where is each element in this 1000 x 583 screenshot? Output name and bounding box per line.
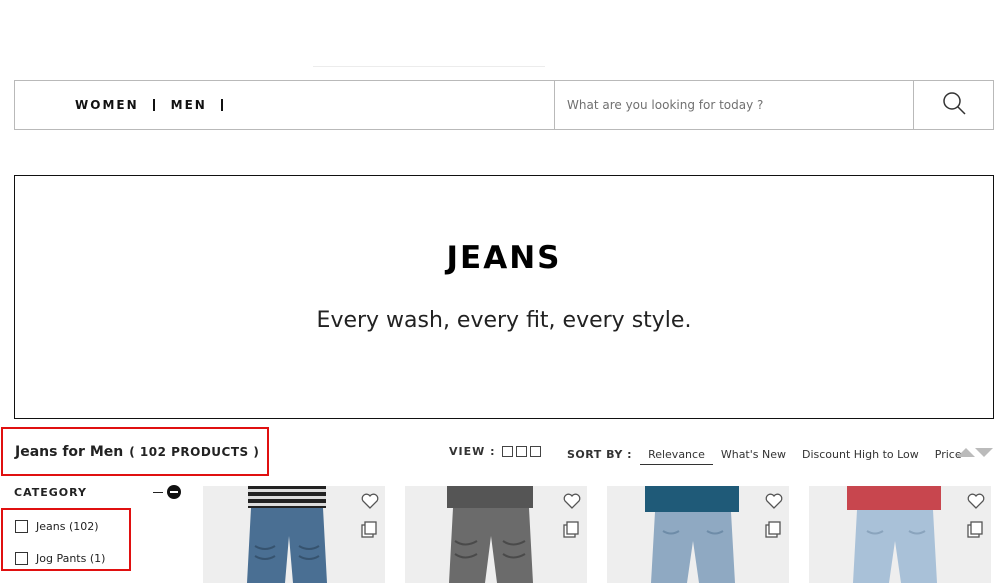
product-image <box>405 486 587 583</box>
heart-icon[interactable] <box>361 493 379 513</box>
nav-separator <box>152 99 155 111</box>
checkbox[interactable] <box>15 552 28 565</box>
product-card[interactable] <box>607 486 789 583</box>
price-sort-arrows <box>957 448 993 457</box>
search-input[interactable] <box>555 81 914 129</box>
product-image <box>607 486 789 583</box>
dash-icon <box>153 491 163 493</box>
bag-icon[interactable] <box>360 520 378 542</box>
nav-links: WOMEN MEN <box>75 81 239 129</box>
sort-bar: SORT BY : Relevance What's New Discount … <box>567 444 978 465</box>
hero-title: JEANS <box>446 240 562 276</box>
sort-option-relevance[interactable]: Relevance <box>640 448 713 465</box>
bag-icon[interactable] <box>764 520 782 542</box>
search-button[interactable] <box>913 81 993 129</box>
sort-label: SORT BY : <box>567 448 633 461</box>
hero-subtitle: Every wash, every fit, every style. <box>316 308 692 333</box>
sort-ascending-icon[interactable] <box>957 448 975 457</box>
search-icon <box>942 91 966 119</box>
product-card[interactable] <box>809 486 991 583</box>
category-title: CATEGORY <box>14 486 87 499</box>
checkbox[interactable] <box>15 520 28 533</box>
view-grid-option[interactable] <box>502 446 514 457</box>
category-filter-list: Jeans (102) Jog Pants (1) <box>1 508 131 571</box>
sort-option-discount[interactable]: Discount High to Low <box>802 448 919 461</box>
search-box <box>554 81 914 129</box>
view-grid-option[interactable] <box>516 446 528 457</box>
nav-link-men[interactable]: MEN <box>171 98 207 112</box>
nav-separator <box>220 99 223 111</box>
filter-label: Jeans (102) <box>36 520 99 533</box>
hero-banner: JEANS Every wash, every fit, every style… <box>14 175 994 419</box>
product-card[interactable] <box>405 486 587 583</box>
product-image <box>203 486 385 583</box>
heart-icon[interactable] <box>765 493 783 513</box>
bag-icon[interactable] <box>562 520 580 542</box>
bag-icon[interactable] <box>966 520 984 542</box>
top-divider <box>313 66 545 67</box>
view-switcher: VIEW : <box>449 445 542 458</box>
filter-item-jog-pants[interactable]: Jog Pants (1) <box>15 552 105 565</box>
view-grid-option[interactable] <box>530 446 542 457</box>
results-heading: Jeans for Men ( 102 PRODUCTS ) <box>1 427 269 476</box>
sort-option-whats-new[interactable]: What's New <box>721 448 786 461</box>
view-label: VIEW : <box>449 445 496 458</box>
results-title: Jeans for Men <box>15 443 124 460</box>
filter-label: Jog Pants (1) <box>36 552 106 565</box>
product-image <box>809 486 991 583</box>
main-nav: WOMEN MEN <box>14 80 994 130</box>
product-card[interactable] <box>203 486 385 583</box>
heart-icon[interactable] <box>967 493 985 513</box>
minus-circle-icon <box>167 485 181 499</box>
category-collapse-toggle[interactable] <box>153 485 181 499</box>
nav-link-women[interactable]: WOMEN <box>75 98 139 112</box>
filter-item-jeans[interactable]: Jeans (102) <box>15 520 99 533</box>
heart-icon[interactable] <box>563 493 581 513</box>
results-count: ( 102 PRODUCTS ) <box>129 444 260 459</box>
sort-descending-icon[interactable] <box>975 448 993 457</box>
